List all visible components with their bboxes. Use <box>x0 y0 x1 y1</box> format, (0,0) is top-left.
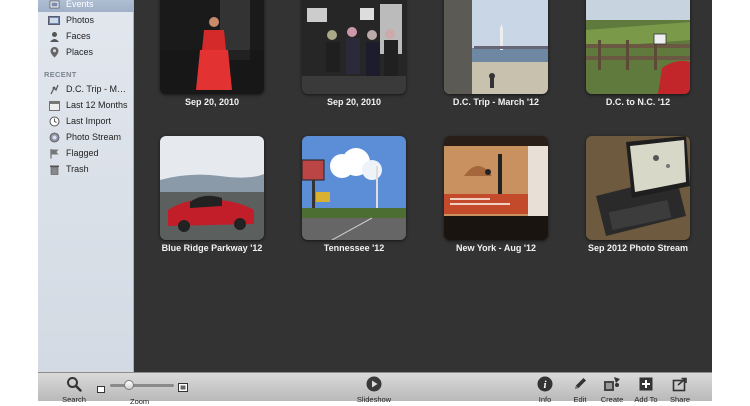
event-thumbnail[interactable] <box>444 136 548 240</box>
sidebar-item-photos[interactable]: Photos <box>38 12 133 28</box>
clock-icon <box>48 115 60 127</box>
event-thumbnail[interactable] <box>160 0 264 94</box>
event-title: New York - Aug '12 <box>456 243 536 253</box>
event-title: Blue Ridge Parkway '12 <box>161 243 263 253</box>
event-title: D.C. to N.C. '12 <box>605 97 671 107</box>
event-thumbnail[interactable] <box>160 136 264 240</box>
pencil-icon <box>571 375 589 393</box>
event-title: Sep 20, 2010 <box>184 97 240 107</box>
sidebar: Events Photos Faces Places RECENT D.C. T… <box>38 0 134 372</box>
events-icon <box>48 0 60 10</box>
play-icon <box>365 375 383 393</box>
sidebar-item-faces[interactable]: Faces <box>38 28 133 44</box>
event-thumbnail[interactable] <box>586 0 690 94</box>
zoom-small-icon <box>97 380 105 398</box>
sidebar-item-photo-stream[interactable]: Photo Stream <box>38 129 133 145</box>
faces-icon <box>48 30 60 42</box>
create-icon <box>603 375 621 393</box>
event-title: Sep 20, 2010 <box>326 97 382 107</box>
event-title: D.C. Trip - March '12 <box>452 97 540 107</box>
bottom-toolbar: Search Zoom Slideshow i Info Edit Create… <box>38 372 712 406</box>
search-icon <box>65 375 83 393</box>
photos-icon <box>48 14 60 26</box>
iphoto-window: Events Photos Faces Places RECENT D.C. T… <box>38 0 712 406</box>
sidebar-item-flagged[interactable]: Flagged <box>38 145 133 161</box>
calendar-icon <box>48 99 60 111</box>
event-thumbnail[interactable] <box>586 136 690 240</box>
flag-icon <box>48 147 60 159</box>
sidebar-item-label: Flagged <box>66 148 99 158</box>
event-title: Sep 2012 Photo Stream <box>587 243 689 253</box>
events-grid: Sep 20, 2010 Sep 20, 2010 D.C. Trip - Ma… <box>134 0 712 372</box>
sidebar-item-label: Photo Stream <box>66 132 122 142</box>
sidebar-item-label: Last Import <box>66 116 112 126</box>
event-thumbnail[interactable] <box>444 0 548 94</box>
sidebar-item-events[interactable]: Events <box>38 0 133 12</box>
zoom-slider-knob[interactable] <box>123 380 134 390</box>
sidebar-item-label: Last 12 Months <box>66 100 128 110</box>
photo-stream-icon <box>48 131 60 143</box>
sidebar-item-last-import[interactable]: Last Import <box>38 113 133 129</box>
zoom-large-icon <box>178 379 188 397</box>
event-thumbnail[interactable] <box>302 136 406 240</box>
add-icon <box>637 375 655 393</box>
event-thumbnail[interactable] <box>302 0 406 94</box>
event-title: Tennessee '12 <box>323 243 385 253</box>
sidebar-item-label: D.C. Trip - M… <box>66 84 126 94</box>
event-pin-icon <box>48 83 60 95</box>
sidebar-item-dc-trip[interactable]: D.C. Trip - M… <box>38 81 133 97</box>
share-icon <box>671 375 689 393</box>
places-icon <box>48 46 60 58</box>
sidebar-item-label: Photos <box>66 15 95 25</box>
sidebar-item-trash[interactable]: Trash <box>38 161 133 177</box>
sidebar-item-label: Trash <box>66 164 89 174</box>
sidebar-item-places[interactable]: Places <box>38 44 133 60</box>
recent-heading: RECENT <box>44 70 77 79</box>
sidebar-item-label: Faces <box>66 31 91 41</box>
sidebar-item-last-12-months[interactable]: Last 12 Months <box>38 97 133 113</box>
zoom-slider[interactable] <box>110 380 174 390</box>
sidebar-item-label: Events <box>66 0 94 9</box>
sidebar-item-label: Places <box>66 47 94 57</box>
zoom-label: Zoom <box>130 397 150 406</box>
trash-icon <box>48 163 60 175</box>
info-icon: i <box>536 375 554 393</box>
